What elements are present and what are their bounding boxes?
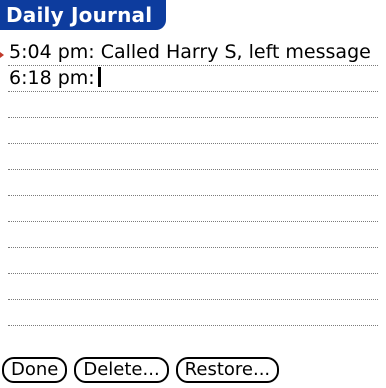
note-line[interactable] [8,222,378,248]
scroll-marker-icon [0,52,4,58]
note-line[interactable] [8,300,378,326]
text-cursor [97,67,101,87]
note-line[interactable] [8,248,378,274]
note-line[interactable]: 5:04 pm: Called Harry S, left message [8,40,378,66]
title-bar: Daily Journal [0,0,167,30]
note-line[interactable] [8,92,378,118]
note-line[interactable] [8,144,378,170]
note-line[interactable] [8,170,378,196]
entry-text: 5:04 pm: Called Harry S, left message [9,41,371,63]
note-line[interactable] [8,118,378,144]
note-line[interactable] [8,274,378,300]
button-row: Done Delete... Restore... [0,355,280,385]
note-line[interactable] [8,196,378,222]
note-line[interactable]: 6:18 pm: [8,66,378,92]
done-button[interactable]: Done [2,357,68,383]
delete-button[interactable]: Delete... [74,357,169,383]
restore-button[interactable]: Restore... [175,357,280,383]
entry-text: 6:18 pm: [9,67,95,89]
journal-note-area[interactable]: 5:04 pm: Called Harry S, left message 6:… [8,40,378,340]
window-title: Daily Journal [6,3,153,27]
